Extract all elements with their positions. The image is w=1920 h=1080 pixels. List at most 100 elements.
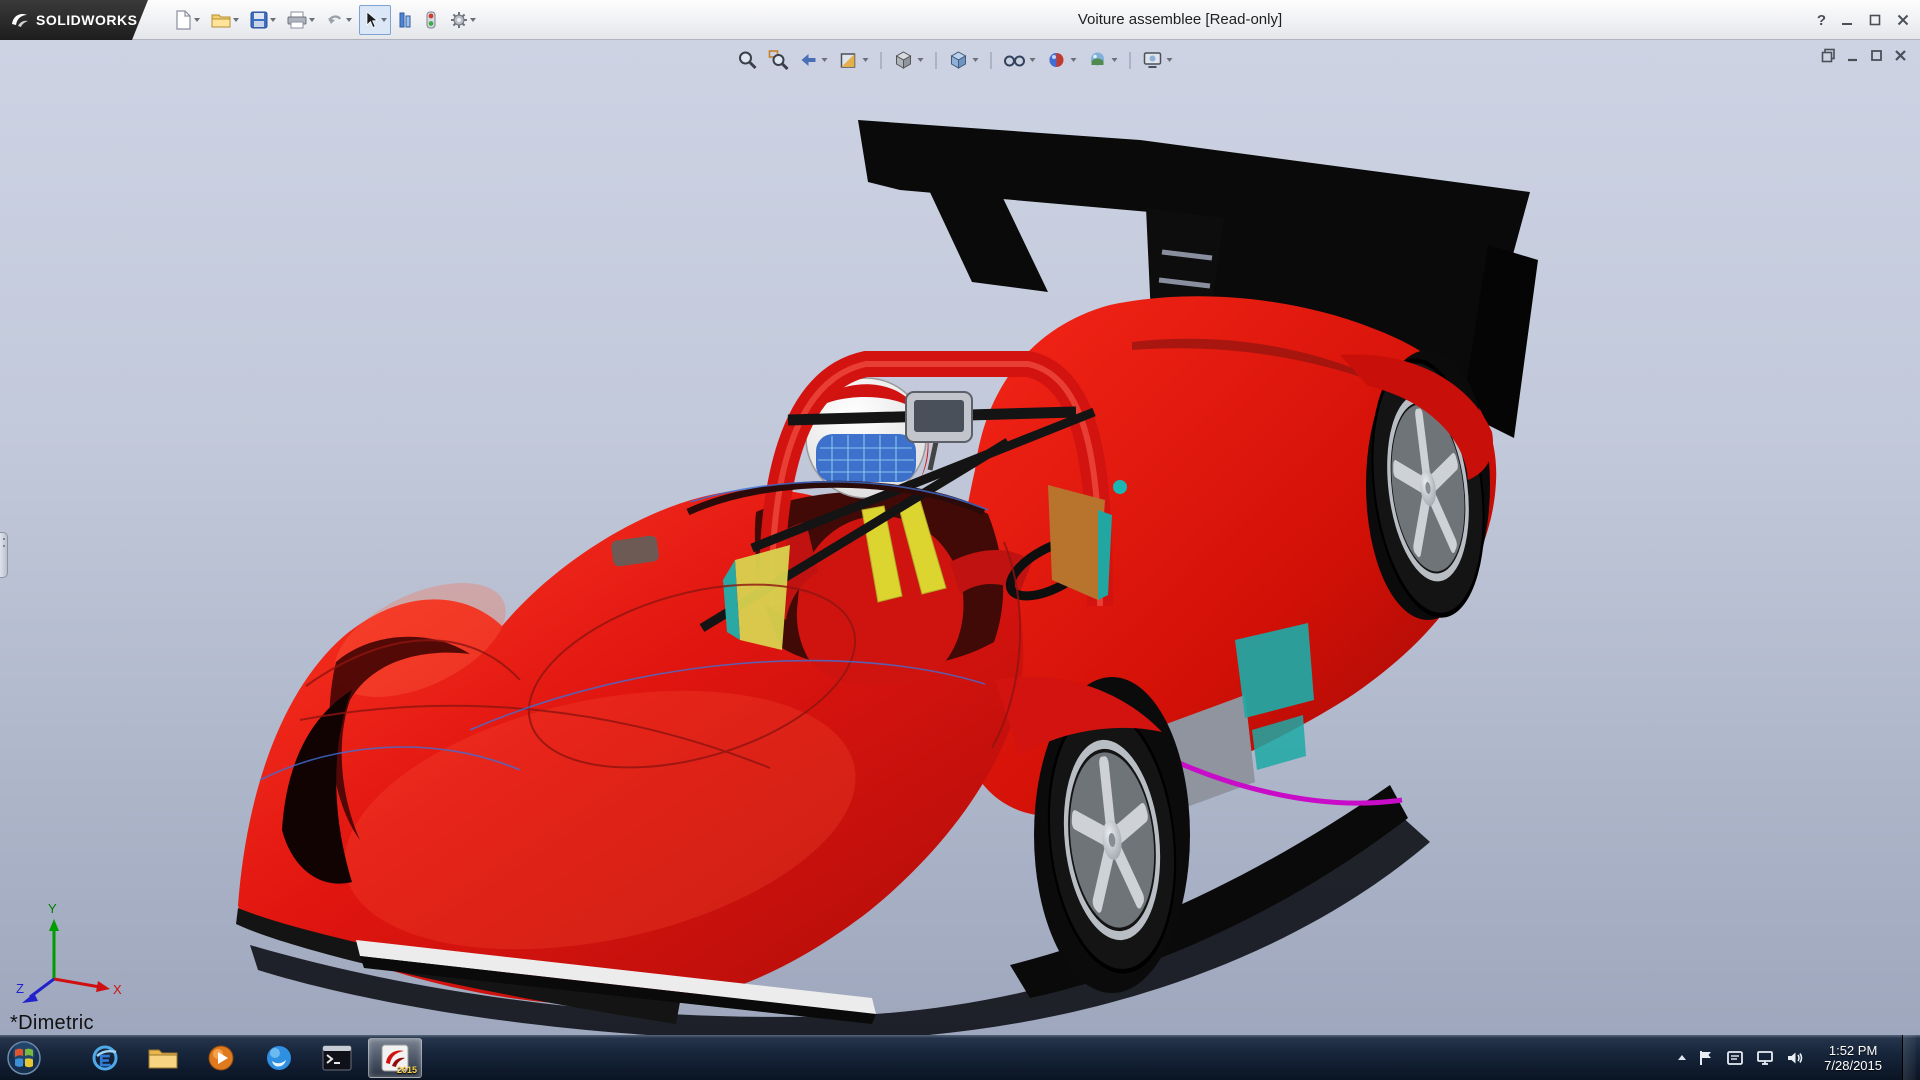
dropdown-caret-icon[interactable] [1167, 58, 1173, 62]
helmet-visor [816, 434, 916, 482]
network-display-icon[interactable] [1756, 1050, 1774, 1066]
start-button[interactable] [0, 1035, 48, 1080]
view-orientation-button[interactable] [892, 48, 926, 72]
action-center-flag-icon[interactable] [1698, 1049, 1714, 1067]
sketch-button[interactable] [394, 5, 416, 35]
solidworks-version-badge: 2015 [397, 1065, 417, 1075]
cascade-icon[interactable] [1821, 48, 1836, 63]
quick-access-toolbar [170, 0, 480, 40]
dropdown-caret-icon[interactable] [973, 58, 979, 62]
close-button[interactable] [1896, 13, 1910, 27]
hide-show-items-icon [1004, 50, 1026, 70]
blue-app-icon [264, 1043, 294, 1073]
internet-explorer-icon [90, 1043, 120, 1073]
dropdown-caret-icon[interactable] [194, 18, 200, 22]
previous-view-button[interactable] [798, 48, 830, 72]
taskbar-apps: 2015 [78, 1035, 422, 1080]
orientation-triad: Y X Z [14, 897, 124, 1007]
taskbar-messenger[interactable] [252, 1038, 306, 1078]
open-folder-icon [211, 11, 231, 29]
section-view-icon [839, 50, 859, 70]
solidworks-logo: SOLIDWORKS [0, 0, 148, 40]
dropdown-caret-icon[interactable] [270, 18, 276, 22]
display-style-icon [949, 50, 969, 70]
display-style-button[interactable] [947, 48, 981, 72]
dropdown-caret-icon[interactable] [1071, 58, 1077, 62]
maximize-button[interactable] [1868, 13, 1882, 27]
clock-date: 7/28/2015 [1824, 1058, 1882, 1073]
zoom-to-area-icon [769, 50, 789, 70]
help-button[interactable]: ? [1817, 12, 1826, 29]
rebuild-icon [423, 11, 439, 29]
view-orientation-label: *Dimetric [10, 1012, 94, 1035]
taskbar-clock[interactable]: 1:52 PM 7/28/2015 [1816, 1043, 1890, 1073]
toolbar-separator [991, 52, 992, 69]
edit-appearance-icon [1047, 50, 1067, 70]
zoom-to-area-button[interactable] [767, 48, 791, 72]
save-button[interactable] [246, 5, 280, 35]
taskbar-solidworks[interactable]: 2015 [368, 1038, 422, 1078]
dropdown-caret-icon[interactable] [863, 58, 869, 62]
taskbar-command-prompt[interactable] [310, 1038, 364, 1078]
rebuild-button[interactable] [419, 5, 443, 35]
undo-button[interactable] [322, 5, 356, 35]
triad-x-label: X [113, 982, 122, 997]
print-button[interactable] [283, 5, 319, 35]
left-accent-panel-yellow [735, 545, 790, 650]
media-player-icon [206, 1043, 236, 1073]
minimize-button[interactable] [1840, 13, 1854, 27]
print-icon [287, 11, 307, 29]
device-icon[interactable] [1726, 1050, 1744, 1066]
section-view-button[interactable] [837, 48, 871, 72]
apply-scene-button[interactable] [1086, 48, 1120, 72]
windows-taskbar: 2015 [0, 1035, 1920, 1080]
taskbar-media-player[interactable] [194, 1038, 248, 1078]
triad-z-label: Z [16, 981, 24, 996]
options-button[interactable] [446, 5, 480, 35]
system-tray: 1:52 PM 7/28/2015 [1678, 1035, 1920, 1080]
dropdown-caret-icon[interactable] [1030, 58, 1036, 62]
heads-up-view-toolbar [736, 48, 1175, 72]
dropdown-caret-icon[interactable] [1112, 58, 1118, 62]
doc-restore-icon[interactable] [1869, 48, 1884, 63]
panel-splitter-handle[interactable] [0, 532, 8, 578]
brand-name: SOLIDWORKS [36, 12, 137, 28]
taskbar-internet-explorer[interactable] [78, 1038, 132, 1078]
select-button[interactable] [359, 5, 391, 35]
options-gear-icon [450, 11, 468, 29]
edit-appearance-button[interactable] [1045, 48, 1079, 72]
dropdown-caret-icon[interactable] [346, 18, 352, 22]
teal-fitting [1113, 480, 1127, 494]
view-settings-button[interactable] [1141, 48, 1175, 72]
save-icon [250, 11, 268, 29]
new-document-button[interactable] [170, 5, 204, 35]
title-bar: SOLIDWORKS [0, 0, 1920, 40]
view-settings-icon [1143, 50, 1163, 70]
doc-minimize-icon[interactable] [1845, 48, 1860, 63]
undo-icon [326, 11, 344, 29]
toolbar-separator [881, 52, 882, 69]
zoom-to-fit-button[interactable] [736, 48, 760, 72]
new-document-icon [174, 10, 192, 30]
dropdown-caret-icon[interactable] [381, 18, 387, 22]
select-cursor-icon [363, 11, 379, 29]
doc-close-icon[interactable] [1893, 48, 1908, 63]
show-desktop-button[interactable] [1902, 1035, 1916, 1080]
taskbar-windows-explorer[interactable] [136, 1038, 190, 1078]
apply-scene-icon [1088, 50, 1108, 70]
dropdown-caret-icon[interactable] [918, 58, 924, 62]
car-assembly-model[interactable] [0, 40, 1920, 1035]
dropdown-caret-icon[interactable] [233, 18, 239, 22]
volume-icon[interactable] [1786, 1050, 1804, 1066]
zoom-to-fit-icon [738, 50, 758, 70]
hidden-icons-button[interactable] [1678, 1055, 1686, 1060]
window-controls: ? [1817, 0, 1910, 40]
open-button[interactable] [207, 5, 243, 35]
dropdown-caret-icon[interactable] [309, 18, 315, 22]
dropdown-caret-icon[interactable] [822, 58, 828, 62]
hide-show-items-button[interactable] [1002, 48, 1038, 72]
toolbar-separator [1130, 52, 1131, 69]
document-window-controls [1821, 48, 1908, 63]
graphics-viewport[interactable]: Y X Z *Dimetric [0, 40, 1920, 1035]
dropdown-caret-icon[interactable] [470, 18, 476, 22]
